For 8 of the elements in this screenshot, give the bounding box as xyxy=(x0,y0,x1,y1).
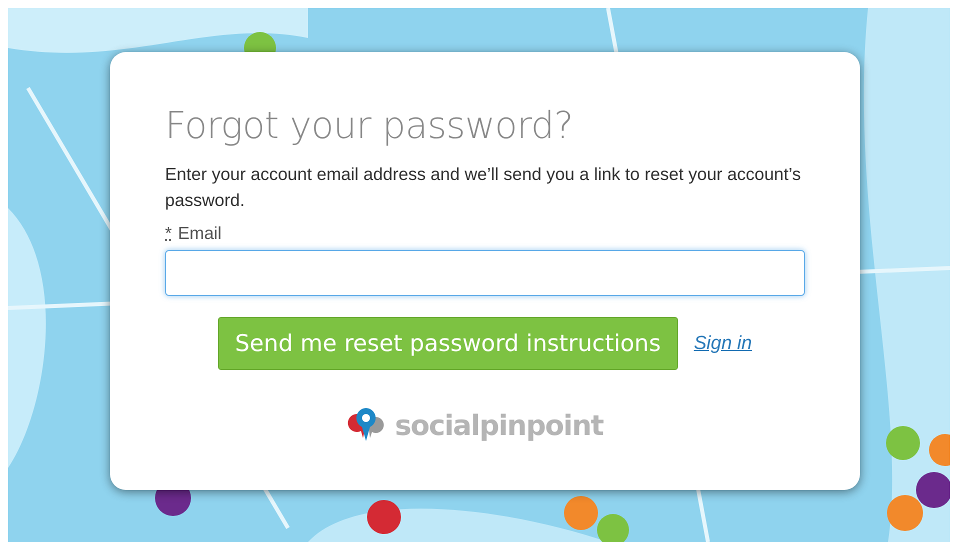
logo-icon xyxy=(346,408,385,442)
required-mark: * xyxy=(165,223,172,244)
page-title: Forgot your password? xyxy=(165,104,574,147)
email-field[interactable] xyxy=(165,250,805,296)
instructions-text: Enter your account email address and we’ll send you a link to reset your account’s password. xyxy=(165,163,802,212)
logo-wordmark: socialpinpoint xyxy=(394,408,604,442)
email-label: Email xyxy=(178,223,222,244)
sign-in-link[interactable]: Sign in xyxy=(694,332,752,354)
